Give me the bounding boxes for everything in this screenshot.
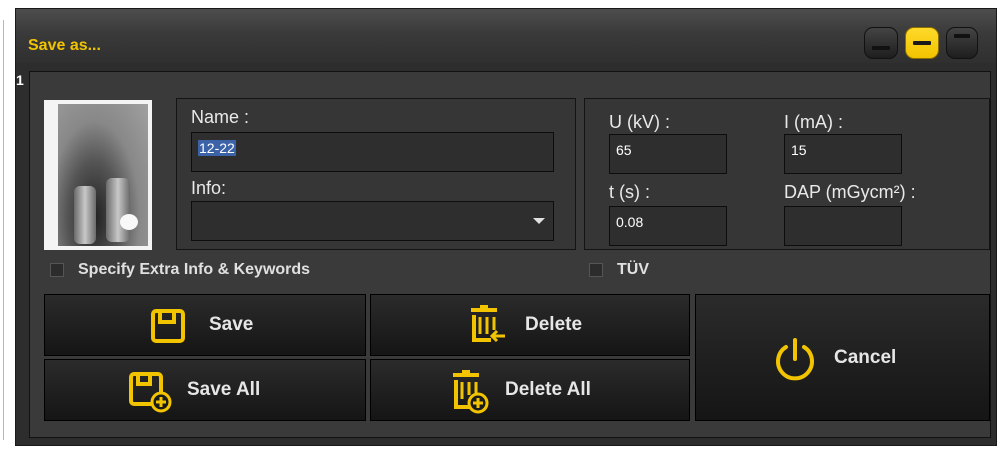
i-ma-label: I (mA) : xyxy=(784,112,843,132)
delete-button-label: Delete xyxy=(525,314,583,335)
dap-field[interactable] xyxy=(784,206,902,246)
power-icon xyxy=(776,338,814,381)
minimize-icon xyxy=(872,46,890,50)
title-bar: Save as... xyxy=(16,9,996,63)
image-index: 1 xyxy=(16,72,24,88)
maximize-icon xyxy=(954,34,970,38)
tooth-root-shape xyxy=(74,186,96,244)
info-label: Info: xyxy=(191,178,227,198)
delete-all-button[interactable]: Delete All xyxy=(370,359,690,421)
delete-all-icon xyxy=(453,370,489,414)
u-kv-field[interactable]: 65 xyxy=(609,134,727,174)
t-s-field[interactable]: 0.08 xyxy=(609,206,727,246)
delete-button[interactable]: Delete xyxy=(370,294,690,356)
dap-label: DAP (mGycm²) : xyxy=(784,182,916,202)
dialog-title: Save as... xyxy=(28,37,101,54)
tuv-label: TÜV xyxy=(617,261,649,278)
extra-info-checkbox[interactable] xyxy=(50,263,64,277)
chevron-down-icon xyxy=(533,218,545,224)
u-kv-label: U (kV) : xyxy=(609,112,670,132)
floppy-disk-icon xyxy=(151,309,185,343)
save-all-button[interactable]: Save All xyxy=(44,359,366,421)
restore-button[interactable] xyxy=(905,27,939,59)
name-field-value: 12-22 xyxy=(198,140,236,156)
tooth-root-shape xyxy=(106,178,130,242)
t-s-label: t (s) : xyxy=(609,182,650,202)
maximize-button[interactable] xyxy=(946,27,978,59)
image-thumbnail[interactable] xyxy=(44,100,152,250)
cancel-button[interactable]: Cancel xyxy=(695,294,990,421)
save-button[interactable]: Save xyxy=(44,294,366,356)
info-dropdown[interactable] xyxy=(191,201,554,241)
name-label: Name : xyxy=(191,107,250,127)
save-all-icon xyxy=(129,372,172,413)
left-edge-line xyxy=(3,20,4,440)
tuv-checkbox[interactable] xyxy=(589,263,603,277)
save-button-label: Save xyxy=(209,314,254,335)
extra-info-label: Specify Extra Info & Keywords xyxy=(78,261,311,278)
cancel-button-label: Cancel xyxy=(834,346,897,368)
trash-icon xyxy=(471,305,505,343)
filling-shape xyxy=(120,214,138,230)
i-ma-field[interactable]: 15 xyxy=(784,134,902,174)
restore-icon xyxy=(913,41,931,45)
name-field[interactable]: 12-22 xyxy=(191,132,554,172)
delete-all-button-label: Delete All xyxy=(505,379,591,400)
minimize-button[interactable] xyxy=(864,27,898,59)
save-all-button-label: Save All xyxy=(187,379,261,400)
